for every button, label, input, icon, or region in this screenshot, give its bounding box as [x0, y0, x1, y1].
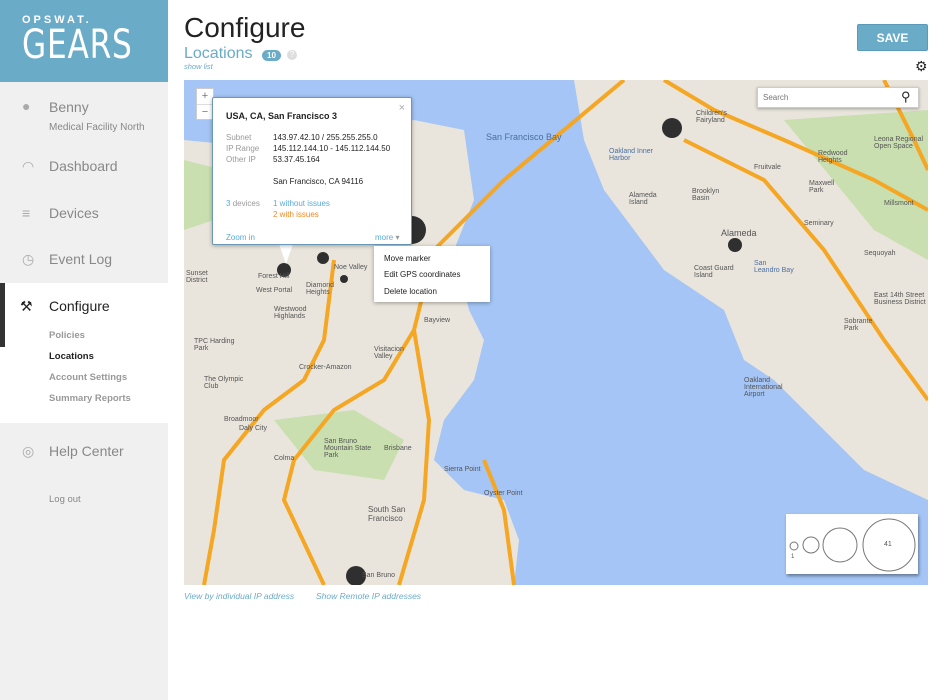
- zoom-in-link[interactable]: Zoom in: [226, 233, 255, 242]
- configure-section: ⚒ Configure Policies Locations Account S…: [0, 283, 168, 423]
- map-label: Visitacion Valley: [374, 346, 404, 360]
- map-label: Oakland International Airport: [744, 377, 783, 398]
- sidebar-sub-summary-reports[interactable]: Summary Reports: [49, 393, 131, 404]
- sidebar-sub-policies[interactable]: Policies: [49, 330, 85, 341]
- more-dropdown[interactable]: more ▾: [375, 233, 399, 242]
- map-label: Noe Valley: [334, 264, 368, 271]
- address: San Francisco, CA 94116: [273, 177, 364, 186]
- menu-item-delete-location[interactable]: Delete location: [384, 287, 437, 296]
- user-org: Medical Facility North: [49, 122, 145, 133]
- map-label: Diamond Heights: [306, 282, 335, 296]
- legend-circle: [802, 536, 820, 554]
- map[interactable]: San Francisco Bay Alameda Oakland Intern…: [184, 80, 928, 585]
- tools-icon: ⚒: [20, 298, 33, 314]
- map-label: Seminary: [804, 220, 834, 227]
- other-ip-label: Other IP: [226, 155, 256, 164]
- list-icon: ≡: [22, 205, 31, 221]
- map-label: San Bruno: [362, 572, 396, 579]
- other-ip-value: 53.37.45.164: [273, 155, 320, 164]
- map-label: Sunset District: [186, 270, 208, 284]
- map-label: San Bruno Mountain State Park: [324, 438, 372, 459]
- map-label: South San Francisco: [368, 505, 406, 523]
- location-marker: [317, 252, 329, 264]
- devices-label: devices: [232, 199, 260, 208]
- map-label: Westwood Highlands: [274, 306, 307, 320]
- clock-icon: ◷: [22, 251, 35, 267]
- legend-min: 1: [791, 554, 795, 560]
- gauge-icon: ◠: [22, 158, 35, 174]
- map-label: Leona Regional Open Space: [874, 136, 924, 150]
- view-by-ip-link[interactable]: View by individual IP address: [184, 591, 294, 601]
- menu-item-edit-gps[interactable]: Edit GPS coordinates: [384, 270, 460, 279]
- popup-title: USA, CA, San Francisco 3: [226, 111, 338, 121]
- without-issues-link[interactable]: 1 without issues: [273, 199, 330, 208]
- map-label: Oakland Inner Harbor: [609, 148, 653, 162]
- map-label: The Olympic Club: [204, 376, 244, 390]
- chevron-down-icon: ▾: [395, 233, 400, 242]
- map-label: Brooklyn Basin: [692, 188, 720, 202]
- device-count[interactable]: 3: [226, 199, 230, 208]
- map-label: West Portal: [256, 287, 293, 294]
- map-search-input[interactable]: [757, 87, 919, 108]
- map-label: Sobrante Park: [844, 318, 873, 332]
- map-label: Coast Guard Island: [694, 265, 734, 279]
- map-label: Children's Fairyland: [696, 110, 727, 124]
- map-label: Bayview: [424, 317, 451, 324]
- show-remote-ip-link[interactable]: Show Remote IP addresses: [316, 591, 421, 601]
- active-indicator: [0, 283, 5, 347]
- sidebar-sub-account-settings[interactable]: Account Settings: [49, 372, 127, 383]
- map-label: Sequoyah: [864, 250, 896, 257]
- section-title: Locations: [184, 45, 253, 62]
- map-label: San Francisco Bay: [486, 132, 562, 142]
- sidebar: OPSWAT. GEARS ● Benny Medical Facility N…: [0, 0, 168, 700]
- marker-size-legend: 1 41: [786, 514, 918, 574]
- save-button[interactable]: SAVE: [857, 24, 928, 51]
- zoom-out-button[interactable]: −: [197, 104, 213, 120]
- map-label: Forest Hill: [258, 273, 290, 280]
- map-label: Daly City: [239, 425, 268, 432]
- gear-icon[interactable]: ⚙: [915, 58, 928, 75]
- close-icon[interactable]: ×: [399, 102, 405, 114]
- map-label: Oyster Point: [484, 490, 523, 497]
- zoom-in-button[interactable]: +: [197, 89, 213, 104]
- lifebuoy-icon: ◎: [22, 443, 35, 459]
- location-popup: USA, CA, San Francisco 3 × Subnet 143.97…: [212, 97, 412, 245]
- sidebar-sub-locations[interactable]: Locations: [49, 351, 94, 362]
- map-label: Crocker-Amazon: [299, 364, 352, 371]
- map-label: TPC Harding Park: [194, 338, 235, 352]
- user-icon: ●: [22, 98, 31, 114]
- map-label: Brisbane: [384, 445, 412, 452]
- show-list-link[interactable]: show list: [184, 62, 213, 71]
- subnet-label: Subnet: [226, 133, 252, 142]
- legend-circle: [822, 527, 858, 563]
- map-label: East 14th Street Business District: [874, 292, 926, 306]
- map-label: Maxwell Park: [809, 180, 835, 194]
- menu-item-move-marker[interactable]: Move marker: [384, 254, 431, 263]
- map-label: Millsmont: [884, 200, 914, 207]
- help-icon[interactable]: ?: [287, 50, 297, 60]
- location-marker: [662, 118, 682, 138]
- with-issues-link[interactable]: 2 with issues: [273, 210, 319, 219]
- search-icon[interactable]: ⚲: [901, 89, 911, 105]
- location-marker: [728, 238, 742, 252]
- map-label: Sierra Point: [444, 466, 481, 473]
- logo[interactable]: OPSWAT. GEARS: [0, 0, 168, 82]
- page-title: Configure: [184, 12, 306, 43]
- legend-max: 41: [884, 541, 892, 548]
- ip-range-value: 145.112.144.10 - 145.112.144.50: [273, 144, 391, 153]
- map-label: Redwood Heights: [818, 150, 848, 164]
- map-label: Colma: [274, 455, 295, 462]
- map-label: Broadmoor: [224, 416, 259, 423]
- subnet-value: 143.97.42.10 / 255.255.255.0: [273, 133, 378, 142]
- legend-circle: [789, 541, 799, 551]
- map-label: Fruitvale: [754, 164, 781, 171]
- map-label: Alameda Island: [629, 192, 657, 206]
- ip-range-label: IP Range: [226, 144, 260, 153]
- more-menu: Move marker Edit GPS coordinates Delete …: [374, 246, 490, 302]
- location-count-badge: 10: [262, 50, 281, 61]
- map-label: Alameda: [721, 228, 757, 238]
- map-label: San Leandro Bay: [754, 260, 794, 274]
- logout-link[interactable]: Log out: [49, 494, 81, 505]
- popup-tail: [279, 244, 293, 264]
